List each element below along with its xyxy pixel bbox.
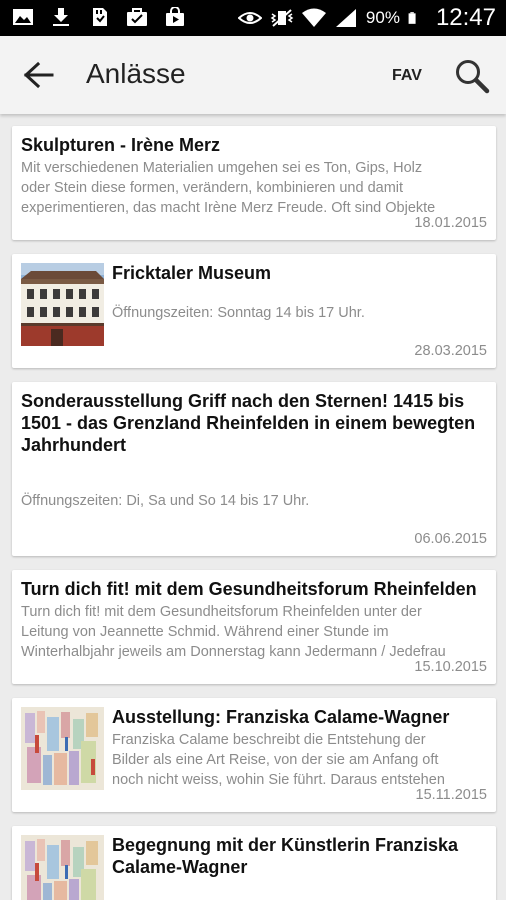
event-title: Fricktaler Museum bbox=[112, 263, 272, 283]
page-title: Anlässe bbox=[86, 58, 186, 89]
event-date: 18.01.2015 bbox=[414, 215, 487, 231]
signal-icon bbox=[335, 9, 356, 27]
event-title: Ausstellung: Franziska Calame-Wagner bbox=[112, 707, 450, 727]
event-title: Begegnung mit der Künstlerin Franziska C… bbox=[112, 835, 459, 877]
event-title: Sonderausstellung Griff nach den Sternen… bbox=[21, 391, 476, 455]
notification-icons bbox=[12, 7, 186, 27]
event-title: Skulpturen - Irène Merz bbox=[21, 135, 221, 155]
event-card[interactable]: Skulpturen - Irène Merz Mit verschiedene… bbox=[12, 126, 496, 240]
shopping-bag-icon bbox=[166, 7, 184, 26]
image-icon bbox=[13, 9, 33, 25]
wifi-icon bbox=[301, 8, 326, 27]
event-list[interactable]: Skulpturen - Irène Merz Mit verschiedene… bbox=[0, 114, 506, 900]
event-description: Öffnungszeiten: Di, Sa und So 14 bis 17 … bbox=[21, 493, 310, 509]
event-card[interactable]: Sonderausstellung Griff nach den Sternen… bbox=[12, 382, 496, 556]
event-card[interactable]: Ausstellung: Franziska Calame-Wagner Fra… bbox=[12, 698, 496, 812]
abstract-painting-image bbox=[21, 707, 104, 790]
download-icon bbox=[53, 8, 69, 26]
battery-percent: 90% bbox=[365, 8, 400, 27]
briefcase-check-icon bbox=[127, 8, 147, 26]
clock: 12:47 bbox=[435, 4, 496, 31]
eye-icon bbox=[237, 12, 262, 24]
event-description: Franziska Calame beschreibt die Entstehu… bbox=[112, 732, 445, 788]
system-icons: 90% 12:47 bbox=[237, 0, 496, 36]
event-date: 15.10.2015 bbox=[414, 659, 487, 675]
app-bar: Anlässe FAV bbox=[0, 36, 506, 114]
event-title: Turn dich fit! mit dem Gesundheitsforum … bbox=[21, 579, 477, 599]
status-bar: 90% 12:47 bbox=[0, 0, 506, 36]
mute-vibrate-icon bbox=[270, 9, 294, 27]
museum-building-image bbox=[21, 263, 104, 346]
fav-button[interactable]: FAV bbox=[392, 67, 422, 85]
abstract-painting-image bbox=[21, 835, 104, 900]
event-date: 06.06.2015 bbox=[414, 531, 487, 547]
event-date: 28.03.2015 bbox=[414, 343, 487, 359]
battery-icon bbox=[408, 12, 416, 24]
event-card[interactable]: Begegnung mit der Künstlerin Franziska C… bbox=[12, 826, 496, 900]
event-date: 15.11.2015 bbox=[415, 787, 488, 803]
event-description: Turn dich fit! mit dem Gesundheitsforum … bbox=[21, 604, 446, 660]
event-description: Öffnungszeiten: Sonntag 14 bis 17 Uhr. bbox=[112, 305, 365, 321]
sd-card-icon bbox=[93, 8, 107, 26]
event-description: Mit verschiedenen Materialien umgehen se… bbox=[21, 160, 436, 216]
search-icon[interactable] bbox=[454, 58, 490, 94]
event-card[interactable]: Turn dich fit! mit dem Gesundheitsforum … bbox=[12, 570, 496, 684]
event-card[interactable]: Fricktaler Museum Öffnungszeiten: Sonnta… bbox=[12, 254, 496, 368]
back-arrow-icon[interactable] bbox=[22, 60, 56, 90]
